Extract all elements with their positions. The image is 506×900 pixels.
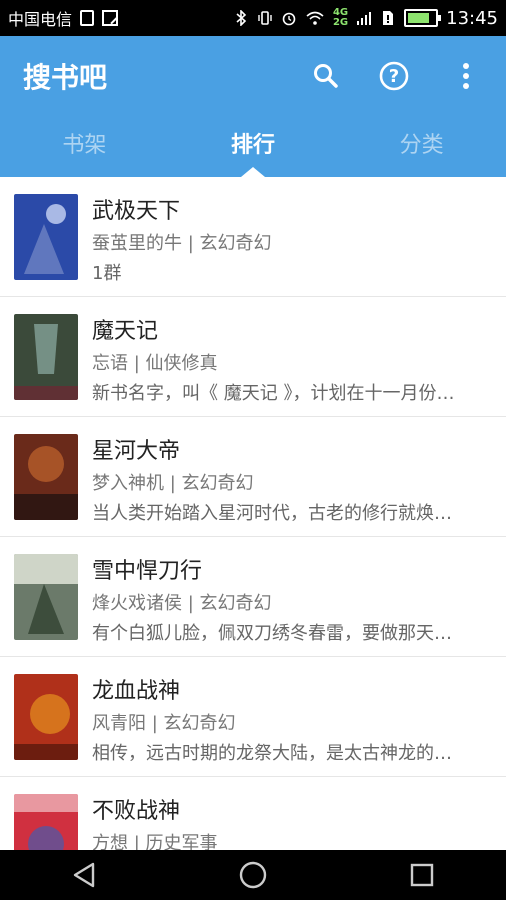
status-bar: 中国电信 4G 2G 13:45 [0, 0, 506, 36]
svg-text:?: ? [389, 66, 399, 87]
list-item[interactable]: 星河大帝 梦入神机 | 玄幻奇幻 当人类开始踏入星河时代，古老的修行就焕… [0, 417, 506, 537]
home-icon [239, 861, 267, 889]
book-title: 雪中悍刀行 [92, 559, 203, 584]
system-nav-bar [0, 850, 506, 900]
list-item[interactable]: 龙血战神 风青阳 | 玄幻奇幻 相传，远古时期的龙祭大陆，是太古神龙的… [0, 657, 506, 777]
book-description: 新书名字，叫《 魔天记 》，计划在十一月份… [92, 383, 455, 404]
list-item[interactable]: 魔天记 忘语 | 仙侠修真 新书名字，叫《 魔天记 》，计划在十一月份… [0, 297, 506, 417]
help-icon: ? [379, 61, 409, 91]
app-title: 搜书吧 [23, 61, 108, 94]
book-meta: 风青阳 | 玄幻奇幻 [92, 713, 236, 734]
more-vert-icon [463, 63, 469, 89]
book-description: 当人类开始踏入星河时代，古老的修行就焕… [92, 503, 452, 524]
book-meta: 烽火戏诸侯 | 玄幻奇幻 [92, 593, 272, 614]
network-type: 4G 2G [333, 8, 348, 28]
book-cover [14, 674, 78, 760]
back-button[interactable] [60, 855, 108, 895]
wifi-icon [306, 11, 324, 25]
search-button[interactable] [308, 58, 344, 94]
list-item[interactable]: 雪中悍刀行 烽火戏诸侯 | 玄幻奇幻 有个白狐儿脸，佩双刀绣冬春雷，要做那天… [0, 537, 506, 657]
signal-icon [357, 12, 372, 25]
book-description: 1群 [92, 263, 122, 284]
battery-icon [404, 9, 442, 27]
sim-alert-icon [383, 11, 394, 25]
help-button[interactable]: ? [376, 58, 412, 94]
recents-button[interactable] [398, 855, 446, 895]
bluetooth-icon [236, 10, 247, 26]
book-list[interactable]: 武极天下 蚕茧里的牛 | 玄幻奇幻 1群 魔天记 忘语 | 仙侠修真 新书名字，… [0, 177, 506, 850]
list-item[interactable]: 不败战神 方想 | 历史军事 [0, 777, 506, 850]
book-title: 星河大帝 [92, 439, 181, 464]
sim-icon [80, 10, 95, 26]
book-cover [14, 434, 78, 520]
book-title: 龙血战神 [92, 679, 181, 704]
alarm-icon [282, 12, 296, 26]
book-cover [14, 554, 78, 640]
book-title: 不败战神 [92, 799, 181, 824]
clock: 13:45 [446, 7, 498, 29]
book-title: 武极天下 [92, 199, 181, 224]
back-icon [74, 862, 95, 888]
tab-bar: 书架 排行 分类 [0, 126, 506, 177]
recents-icon [410, 863, 433, 887]
book-meta: 梦入神机 | 玄幻奇幻 [92, 473, 254, 494]
book-cover [14, 794, 78, 850]
image-notification-icon [102, 10, 119, 26]
book-cover [14, 314, 78, 400]
carrier-label: 中国电信 [8, 10, 73, 29]
book-title: 魔天记 [92, 319, 159, 344]
tab-category[interactable]: 分类 [337, 126, 506, 177]
book-description: 相传，远古时期的龙祭大陆，是太古神龙的… [92, 743, 452, 764]
app-bar: 搜书吧 ? 书架 排行 分类 [0, 36, 506, 177]
book-meta: 蚕茧里的牛 | 玄幻奇幻 [92, 233, 272, 254]
tab-bookshelf[interactable]: 书架 [0, 126, 169, 177]
book-description: 有个白狐儿脸，佩双刀绣冬春雷，要做那天… [92, 623, 452, 644]
search-icon [314, 64, 338, 88]
home-button[interactable] [229, 855, 277, 895]
more-options-button[interactable] [448, 58, 484, 94]
book-cover [14, 194, 78, 280]
book-meta: 忘语 | 仙侠修真 [92, 353, 218, 374]
list-item[interactable]: 武极天下 蚕茧里的牛 | 玄幻奇幻 1群 [0, 177, 506, 297]
tab-indicator [241, 167, 265, 177]
book-meta: 方想 | 历史军事 [92, 833, 218, 850]
vibrate-icon [258, 11, 272, 25]
network-bottom-label: 2G [332, 17, 349, 28]
